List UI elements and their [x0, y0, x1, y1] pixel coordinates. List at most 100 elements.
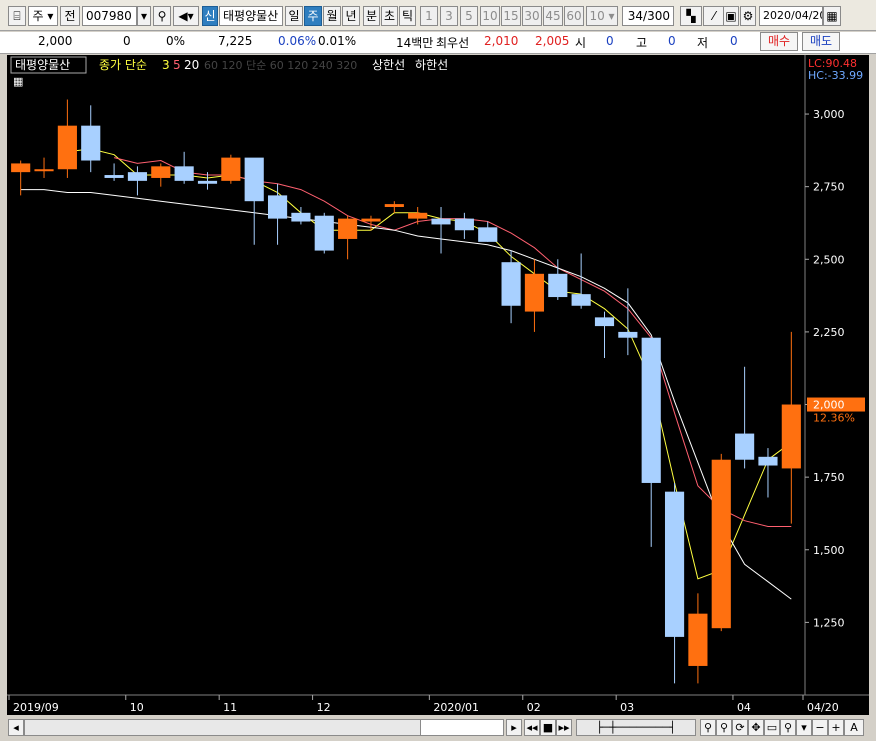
period-select[interactable]: 주 ▾	[28, 6, 58, 26]
interval-5[interactable]: 5	[460, 6, 478, 26]
tool-pan-icon[interactable]: ⟳	[732, 719, 748, 736]
interval-3[interactable]: 3	[440, 6, 458, 26]
count-value: 34	[627, 9, 644, 23]
candle-body	[408, 212, 428, 219]
interval-10-label: 10	[482, 9, 498, 23]
tab-minute-label: 분	[365, 9, 378, 23]
tool-b-icon[interactable]: ⁄	[703, 6, 725, 26]
tool-a-icon[interactable]: ▚	[680, 6, 702, 26]
candle-body	[688, 613, 708, 666]
date-input[interactable]: 2020/04/20	[759, 6, 823, 26]
tool-magnify-icon[interactable]: ⚲	[780, 719, 796, 736]
legend-upper: 상한선	[372, 58, 405, 72]
stock-name-field[interactable]: 태평양물산	[219, 6, 283, 26]
minus-icon[interactable]: −	[812, 719, 828, 736]
x-tick-label: 10	[130, 701, 144, 714]
legend-close-label: 종가 단순	[99, 58, 147, 72]
y-tick-label: 3,000	[813, 108, 845, 121]
interval-30-label: 30	[524, 9, 540, 23]
interval-1[interactable]: 1	[420, 6, 438, 26]
candle-body	[735, 433, 755, 460]
new-badge: 신	[202, 6, 218, 26]
settings-icon[interactable]: ⚙	[740, 6, 756, 26]
x-tick-label: 04	[737, 701, 751, 714]
legend-faded: 60 120 단순 60 120 240 320	[204, 59, 357, 72]
scroll-right-button[interactable]: ▸	[506, 719, 522, 736]
candle-body	[361, 218, 381, 222]
tool-cursor-icon[interactable]: ✥	[748, 719, 764, 736]
zoom-in-icon[interactable]: ⚲	[700, 719, 716, 736]
candle-body	[454, 218, 474, 231]
tab-second[interactable]: 초	[381, 6, 398, 26]
candle-body	[781, 404, 801, 469]
change-value: 0	[123, 34, 131, 48]
scroll-left-button[interactable]: ◂	[8, 719, 24, 736]
tab-day-label: 일	[288, 9, 300, 23]
candle-body	[174, 166, 194, 181]
bottom-bar: ◂ ▸ ◂◂ ■ ▸▸ ├─┼────────┤ ⚲ ⚲ ⟳ ✥ ▭ ⚲ ▾ −…	[0, 717, 876, 741]
tab-year[interactable]: 년	[342, 6, 360, 26]
x-tick-label: 2020/01	[433, 701, 479, 714]
interval-10[interactable]: 10	[480, 6, 500, 26]
calendar-icon[interactable]: ▦	[823, 6, 841, 26]
legend-ma20: 20	[184, 58, 199, 72]
zoom-down-icon[interactable]: ▾	[796, 719, 812, 736]
candle-body	[267, 195, 288, 219]
count-input[interactable]: 34/300	[622, 6, 674, 26]
y-tick-label: 2,750	[813, 181, 845, 194]
candle-body	[291, 212, 311, 222]
candle-body	[11, 163, 31, 173]
first-button[interactable]: ◂◂	[524, 719, 540, 736]
interval-5-label: 5	[465, 9, 473, 23]
search-icon[interactable]: ⚲	[153, 6, 171, 26]
interval-select[interactable]: 10 ▾	[586, 6, 618, 26]
code-dropdown-button[interactable]: ▾	[137, 6, 151, 26]
tab-year-label: 년	[345, 9, 357, 23]
speaker-icon[interactable]: ◀▾	[173, 6, 199, 26]
sell-button[interactable]: 매도	[802, 32, 840, 51]
candle-body	[151, 166, 171, 178]
amount-label: 14백만	[396, 36, 434, 50]
tab-tick[interactable]: 틱	[399, 6, 416, 26]
candle-body	[81, 125, 101, 161]
candle-body	[478, 227, 498, 242]
stop-button[interactable]: ■	[540, 719, 556, 736]
scroll-thumb[interactable]	[420, 719, 504, 736]
interval-15[interactable]: 15	[501, 6, 521, 26]
candle-body	[758, 456, 778, 466]
plus-icon[interactable]: +	[828, 719, 844, 736]
hc-label: HC:-33.99	[808, 69, 863, 82]
candle-body	[524, 273, 545, 312]
volume-value: 7,225	[218, 34, 253, 48]
prev-label: 전	[64, 9, 76, 23]
buy-button[interactable]: 매수	[760, 32, 798, 51]
stock-code-input[interactable]: 007980	[82, 6, 137, 26]
chart-area[interactable]: 1,250 1,500 1,750 2,000 2,250 2,500 2,750 3,000…	[7, 55, 869, 715]
toolbar: ⌸ 주 ▾ 전 007980 ▾ ⚲ ◀▾ 신 태평양물산 일 주 월 년 분 …	[0, 0, 876, 31]
tab-minute[interactable]: 분	[363, 6, 380, 26]
tab-week[interactable]: 주	[304, 6, 322, 26]
interval-30[interactable]: 30	[522, 6, 542, 26]
tab-month[interactable]: 월	[323, 6, 341, 26]
tab-day[interactable]: 일	[285, 6, 303, 26]
candle-body	[548, 273, 568, 298]
change-pct: 0%	[166, 34, 186, 48]
zoom-out-icon[interactable]: ⚲	[716, 719, 732, 736]
interval-3-label: 3	[445, 9, 453, 23]
last-button[interactable]: ▸▸	[556, 719, 572, 736]
save-icon[interactable]: ▣	[723, 6, 739, 26]
x-tick-label: 12	[317, 701, 331, 714]
candle-body	[711, 459, 731, 629]
font-a-icon[interactable]: A	[844, 719, 864, 736]
candle-body	[197, 180, 218, 184]
x-tick-label: 03	[620, 701, 634, 714]
legend-lower: 하한선	[415, 58, 448, 72]
interval-45[interactable]: 45	[543, 6, 563, 26]
tool-split-icon[interactable]: ▭	[764, 719, 780, 736]
candle-body	[664, 491, 685, 637]
prev-button[interactable]: 전	[60, 6, 80, 26]
chart-type-icon[interactable]: ⌸	[8, 6, 26, 26]
zoom-slider[interactable]: ├─┼────────┤	[576, 719, 696, 736]
interval-60[interactable]: 60	[564, 6, 584, 26]
legend-stock-name: 태평양물산	[15, 58, 70, 72]
